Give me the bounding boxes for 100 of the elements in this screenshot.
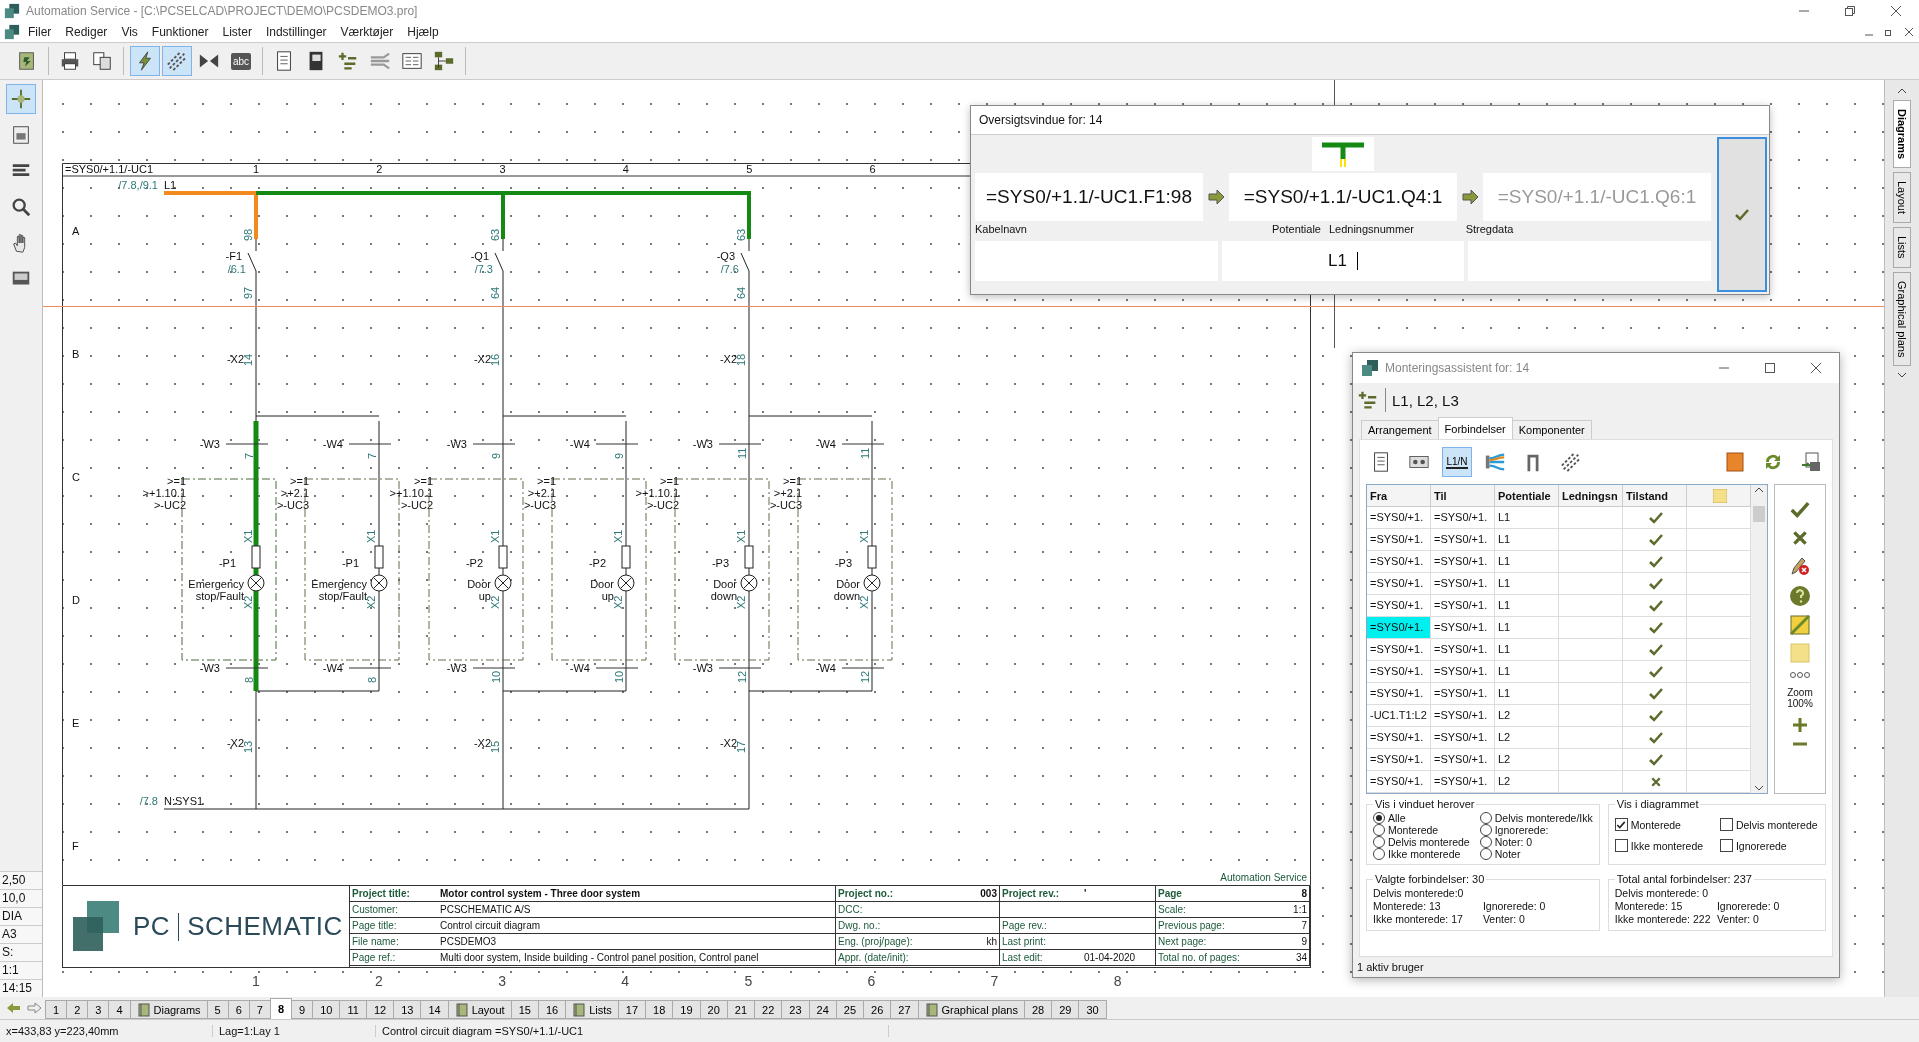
side-tab[interactable]: Graphical plans — [1893, 271, 1911, 367]
radio-button[interactable] — [1479, 824, 1492, 836]
more-button[interactable] — [1789, 671, 1811, 679]
page-tab[interactable]: 19 — [672, 1000, 701, 1019]
mark-mounted-button[interactable] — [1789, 499, 1811, 521]
tab[interactable]: Komponenter — [1511, 420, 1592, 439]
menu-item[interactable]: Indstillinger — [259, 25, 333, 39]
table-cell[interactable]: =SYS0/+1. — [1367, 529, 1431, 551]
radio-option[interactable]: Noter: 0 — [1479, 836, 1593, 848]
menu-item[interactable]: Funktioner — [145, 25, 215, 39]
radio-button[interactable] — [1373, 836, 1385, 848]
folder-tab[interactable]: Layout — [447, 1000, 512, 1019]
page-tab[interactable]: 7 — [248, 1000, 271, 1019]
column-header[interactable]: Ledningsn — [1559, 485, 1623, 507]
page-tab[interactable]: 6 — [227, 1000, 250, 1019]
radio-button[interactable] — [1479, 848, 1492, 860]
page-tab[interactable]: 4 — [108, 1000, 131, 1019]
side-tab[interactable]: Layout — [1893, 172, 1911, 224]
page-tab[interactable]: 1 — [45, 1000, 68, 1019]
menu-item[interactable]: Hjælp — [401, 25, 445, 39]
table-cell[interactable]: =SYS0/+1. — [1367, 595, 1431, 617]
checkbox[interactable] — [1614, 839, 1628, 852]
table-cell[interactable]: =SYS0/+1. — [1367, 749, 1431, 771]
page-tab[interactable]: 20 — [699, 1000, 728, 1019]
table-cell[interactable]: =SYS0/+1. — [1367, 661, 1431, 683]
help-button[interactable] — [1789, 585, 1811, 607]
column-header[interactable]: Tilstand — [1623, 485, 1687, 507]
radio-option[interactable]: Alle — [1373, 812, 1470, 824]
page-tab[interactable]: 15 — [510, 1000, 539, 1019]
radio-option[interactable]: Ikke monterede — [1373, 848, 1470, 860]
clear-button[interactable] — [1789, 555, 1811, 577]
page-tab[interactable]: 9 — [291, 1000, 314, 1019]
table-cell[interactable]: =SYS0/+1. — [1367, 639, 1431, 661]
menu-item[interactable]: Lister — [216, 25, 258, 39]
radio-button[interactable] — [1479, 812, 1492, 824]
menu-item[interactable]: Filer — [22, 25, 58, 39]
page-tab[interactable]: 2 — [66, 1000, 89, 1019]
edit-note-button[interactable] — [1790, 615, 1810, 635]
page-tab[interactable]: 22 — [754, 1000, 783, 1019]
column-header[interactable]: Til — [1431, 485, 1495, 507]
tool-button[interactable] — [6, 84, 36, 114]
toolbar-button[interactable] — [162, 46, 192, 76]
mark-not-mounted-button[interactable] — [1791, 529, 1809, 547]
menu-item[interactable]: Værktøjer — [334, 25, 400, 39]
menu-item[interactable]: Rediger — [59, 25, 114, 39]
column-header[interactable]: Potentiale — [1495, 485, 1559, 507]
page-tab[interactable]: 23 — [781, 1000, 810, 1019]
radio-button[interactable] — [1373, 824, 1385, 836]
page-tab[interactable]: 14 — [420, 1000, 449, 1019]
column-header[interactable]: Fra — [1367, 485, 1431, 507]
checkbox-option[interactable]: Monterede — [1614, 818, 1714, 831]
potential-field[interactable]: L1 — [1221, 241, 1465, 281]
page-tab[interactable]: 30 — [1078, 1000, 1107, 1019]
radio-option[interactable]: Delvis monterede/Ikk — [1479, 812, 1593, 824]
checkbox-option[interactable]: Ignorerede — [1719, 839, 1819, 852]
page-tab[interactable]: 27 — [890, 1000, 919, 1019]
table-cell[interactable]: =SYS0/+1. — [1367, 617, 1431, 639]
tool-button[interactable]: L1/N — [1442, 447, 1472, 477]
folder-tab[interactable]: Graphical plans — [917, 1000, 1025, 1019]
page-tab[interactable]: 24 — [808, 1000, 837, 1019]
checkbox-option[interactable]: Ikke monterede — [1614, 839, 1714, 852]
radio-button[interactable] — [1479, 836, 1492, 848]
side-tab[interactable]: Lists — [1893, 227, 1911, 268]
page-tab[interactable]: 26 — [863, 1000, 892, 1019]
zoom-in-button[interactable] — [1792, 717, 1808, 733]
radio-option[interactable]: Monterede — [1373, 824, 1470, 836]
radio-button[interactable] — [1373, 848, 1385, 860]
table-cell[interactable]: =SYS0/+1. — [1367, 573, 1431, 595]
table-cell[interactable]: =SYS0/+1. — [1367, 727, 1431, 749]
page-tab[interactable]: 18 — [645, 1000, 674, 1019]
page-tab[interactable]: 10 — [312, 1000, 341, 1019]
scrollbar-thumb[interactable] — [1753, 506, 1765, 522]
page-tab[interactable]: 13 — [393, 1000, 422, 1019]
page-tab[interactable]: 29 — [1051, 1000, 1080, 1019]
tab[interactable]: Forbindelser — [1437, 417, 1513, 439]
radio-option[interactable]: Ignorerede: — [1479, 824, 1593, 836]
checkbox[interactable] — [1614, 818, 1628, 831]
folder-tab[interactable]: Lists — [565, 1000, 619, 1019]
table-cell[interactable]: =SYS0/+1. — [1367, 771, 1431, 793]
side-tab[interactable]: Diagrams — [1893, 100, 1911, 169]
page-tab[interactable]: 5 — [206, 1000, 229, 1019]
toolbar-button[interactable]: abc — [226, 46, 256, 76]
radio-option[interactable]: Noter — [1479, 848, 1593, 860]
checkbox-option[interactable]: Delvis monterede — [1719, 818, 1819, 831]
table-cell[interactable]: =SYS0/+1. — [1367, 683, 1431, 705]
checkbox[interactable] — [1719, 839, 1733, 852]
menu-item[interactable]: Vis — [115, 25, 144, 39]
page-tab[interactable]: 3 — [87, 1000, 110, 1019]
page-tab[interactable]: 11 — [339, 1000, 367, 1019]
zoom-out-button[interactable] — [1792, 741, 1808, 747]
table-cell[interactable]: =SYS0/+1. — [1367, 551, 1431, 573]
checkbox[interactable] — [1719, 818, 1733, 831]
confirm-button[interactable] — [1717, 137, 1767, 292]
table-cell[interactable]: -UC1.T1:L2 — [1367, 705, 1431, 727]
radio-option[interactable]: Delvis monterede — [1373, 836, 1470, 848]
tab[interactable]: Arrangement — [1361, 420, 1439, 439]
radio-button[interactable] — [1373, 812, 1385, 824]
toolbar-button[interactable] — [130, 46, 160, 76]
folder-tab[interactable]: Diagrams — [129, 1000, 208, 1019]
table-cell[interactable]: =SYS0/+1. — [1367, 507, 1431, 529]
